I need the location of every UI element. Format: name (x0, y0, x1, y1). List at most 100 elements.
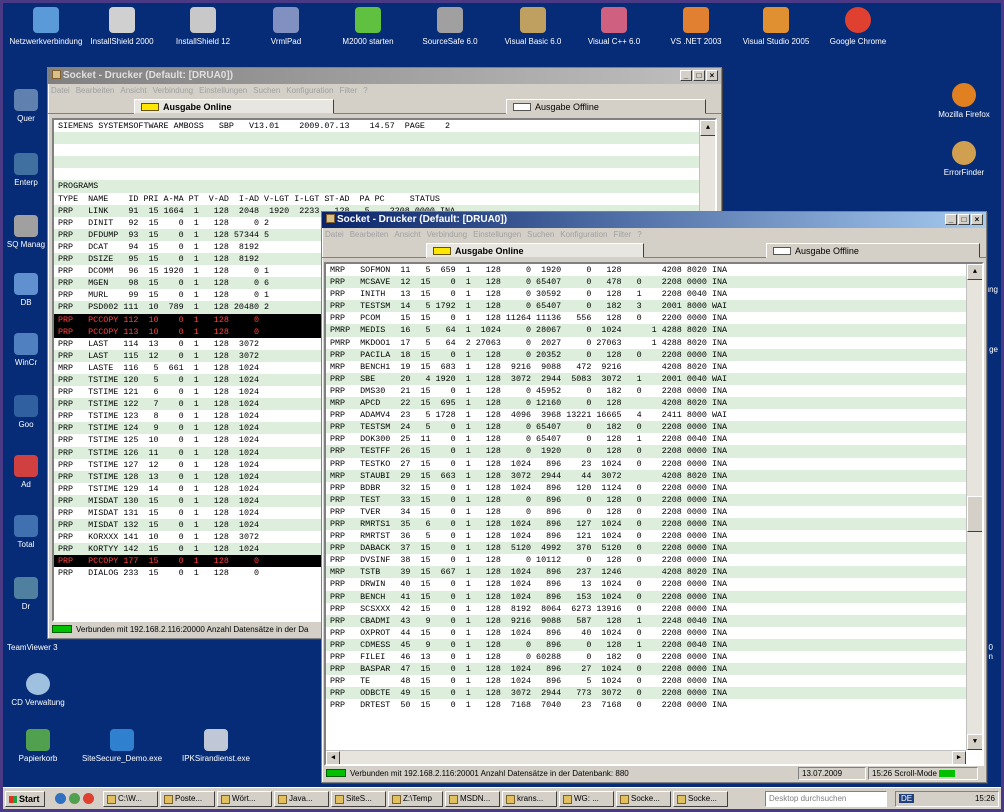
desktop-icon[interactable]: Enterp (5, 153, 47, 187)
system-tray: DE 15:26 (895, 791, 999, 807)
menu-item[interactable]: Einstellungen (199, 86, 247, 95)
window-titlebar[interactable]: Socket - Drucker (Default: [DRUA0]) _ □ × (322, 212, 986, 228)
close-button[interactable]: × (971, 214, 983, 225)
app-icon (14, 215, 38, 237)
taskbar-button[interactable]: Poste... (160, 791, 215, 807)
app-icon (14, 333, 38, 355)
scroll-down-arrow[interactable]: ▼ (967, 734, 982, 750)
taskbar-button[interactable]: SiteS... (331, 791, 386, 807)
menu-item[interactable]: Datei (325, 230, 344, 239)
quicklaunch-icon[interactable] (55, 793, 66, 804)
menu-item[interactable]: Konfiguration (286, 86, 333, 95)
desktop-icon[interactable]: Visual Studio 2005 (737, 7, 815, 46)
maximize-button[interactable]: □ (693, 70, 705, 81)
desktop-icon-sitesecure[interactable]: SiteSecure_Demo.exe (77, 729, 167, 763)
desktop-icon[interactable]: Total (5, 515, 47, 549)
desktop-icon[interactable]: Visual Basic 6.0 (494, 7, 572, 46)
output-line: PRP TESTSM 24 5 0 1 128 0 65407 0 182 0 … (326, 421, 982, 434)
minimize-button[interactable]: _ (680, 70, 692, 81)
scroll-up-arrow[interactable]: ▲ (700, 120, 715, 136)
desktop-icon[interactable]: VrmlPad (247, 7, 325, 46)
desktop-icon[interactable]: SourceSafe 6.0 (411, 7, 489, 46)
desktop-icon[interactable]: M2000 starten (329, 7, 407, 46)
desktop-icon[interactable]: Google Chrome (819, 7, 897, 46)
menu-item[interactable]: Ansicht (120, 86, 146, 95)
desktop-icon[interactable]: SQ Manag (5, 215, 47, 249)
desktop-icon[interactable]: Dr (5, 577, 47, 611)
tab-ausgabe-online[interactable]: Ausgabe Online (426, 243, 644, 258)
socket-window-2[interactable]: Socket - Drucker (Default: [DRUA0]) _ □ × … (321, 211, 987, 783)
tab-ausgabe-offline[interactable]: Ausgabe Offline (506, 99, 706, 114)
desktop-icon[interactable]: InstallShield 12 (164, 7, 242, 46)
desktop-icon-firefox[interactable]: Mozilla Firefox (931, 83, 997, 119)
menu-item[interactable]: Datei (51, 86, 70, 95)
desktop-icon-ipk[interactable]: IPKSirandienst.exe (171, 729, 261, 763)
menu-item[interactable]: Bearbeiten (76, 86, 115, 95)
window-icon (278, 795, 287, 804)
output-line (54, 156, 715, 169)
taskbar-button[interactable]: WG: ... (559, 791, 614, 807)
desktop-icon[interactable]: VS .NET 2003 (657, 7, 735, 46)
close-button[interactable]: × (706, 70, 718, 81)
menu-item[interactable]: Bearbeiten (350, 230, 389, 239)
menu-item[interactable]: Ansicht (394, 230, 420, 239)
desktop-icon[interactable]: DB (5, 273, 47, 307)
desktop-icon[interactable]: Goo (5, 395, 47, 429)
desktop-icon-errorfinder[interactable]: ErrorFinder (931, 141, 997, 177)
taskbar-button[interactable]: krans... (502, 791, 557, 807)
desktop-icon[interactable]: Visual C++ 6.0 (575, 7, 653, 46)
menu-item[interactable]: Verbindung (153, 86, 193, 95)
taskbar-button[interactable]: C:\W... (103, 791, 158, 807)
output-line: MRP SOFMON 11 5 659 1 128 0 1920 0 128 4… (330, 265, 728, 275)
taskbar-button[interactable]: MSDN... (445, 791, 500, 807)
scroll-left-arrow[interactable]: ◀ (326, 751, 340, 764)
chrome-icon (845, 7, 871, 33)
menu-item[interactable]: Filter (339, 86, 357, 95)
taskbar-button[interactable]: Socke... (673, 791, 728, 807)
menu-item[interactable]: Verbindung (427, 230, 467, 239)
vertical-scrollbar[interactable]: ▲ ▼ (966, 264, 982, 750)
start-button[interactable]: Start (5, 791, 45, 807)
taskbar-button[interactable]: Wört... (217, 791, 272, 807)
taskbar-button[interactable]: Z:\Temp (388, 791, 443, 807)
output-line: PRP PCOM 15 15 0 1 128 11264 11136 556 1… (330, 313, 728, 324)
menu-item[interactable]: Konfiguration (560, 230, 607, 239)
tab-ausgabe-offline[interactable]: Ausgabe Offline (766, 243, 980, 258)
language-indicator[interactable]: DE (899, 794, 915, 803)
window-titlebar[interactable]: Socket - Drucker (Default: [DRUA0]) _ □ × (48, 68, 721, 84)
status-mode: 15:26 Scroll-Mode (868, 767, 978, 780)
desktop-icon[interactable]: InstallShield 2000 (83, 7, 161, 46)
taskbar-button[interactable]: Java... (274, 791, 329, 807)
menu-item[interactable]: ? (363, 86, 367, 95)
menubar: Datei Bearbeiten Ansicht Verbindung Einstell… (48, 84, 721, 98)
desktop-icon[interactable]: Netzwerkverbindung (7, 7, 85, 46)
horizontal-scrollbar[interactable]: ◀ ▶ (326, 750, 966, 764)
maximize-button[interactable]: □ (958, 214, 970, 225)
desktop-icon-recycle[interactable]: Papierkorb (5, 729, 71, 763)
app-icon (14, 577, 38, 599)
taskbar-button[interactable]: Socke... (616, 791, 671, 807)
scroll-right-arrow[interactable]: ▶ (952, 751, 966, 764)
menu-item[interactable]: Einstellungen (473, 230, 521, 239)
desktop-icon[interactable]: Ad (5, 455, 47, 489)
menu-item[interactable]: ? (637, 230, 641, 239)
menu-item[interactable]: Filter (613, 230, 631, 239)
desktop-icon[interactable]: WinCr (5, 333, 47, 367)
tab-ausgabe-online[interactable]: Ausgabe Online (134, 99, 334, 114)
output-line: PRP DOK300 25 11 0 1 128 0 65407 0 128 1… (330, 434, 728, 445)
menu-item[interactable]: Suchen (253, 86, 280, 95)
quicklaunch-icon[interactable] (83, 793, 94, 804)
desktop-icon[interactable]: Quer (5, 89, 47, 123)
output-area[interactable]: MRP SOFMON 11 5 659 1 128 0 1920 0 128 4… (324, 262, 984, 766)
minimize-button[interactable]: _ (945, 214, 957, 225)
output-line: PRP SBE 20 4 1920 1 128 3072 2944 5083 3… (326, 372, 982, 385)
menu-item[interactable]: Suchen (527, 230, 554, 239)
quicklaunch-icon[interactable] (69, 793, 80, 804)
scroll-up-arrow[interactable]: ▲ (967, 264, 982, 280)
scroll-thumb[interactable] (967, 496, 982, 532)
desktop-icon-teamviewer[interactable]: TeamViewer 3 (5, 643, 71, 652)
output-line: PRP BDBR 32 15 0 1 128 1024 896 120 1124… (330, 482, 728, 493)
output-line: SIEMENS SYSTEMSOFTWARE AMBOSS SBP V13.01… (58, 121, 451, 131)
desktop-icon-cd[interactable]: CD Verwaltung (5, 673, 71, 707)
desktop-search-input[interactable]: Desktop durchsuchen (765, 791, 887, 807)
